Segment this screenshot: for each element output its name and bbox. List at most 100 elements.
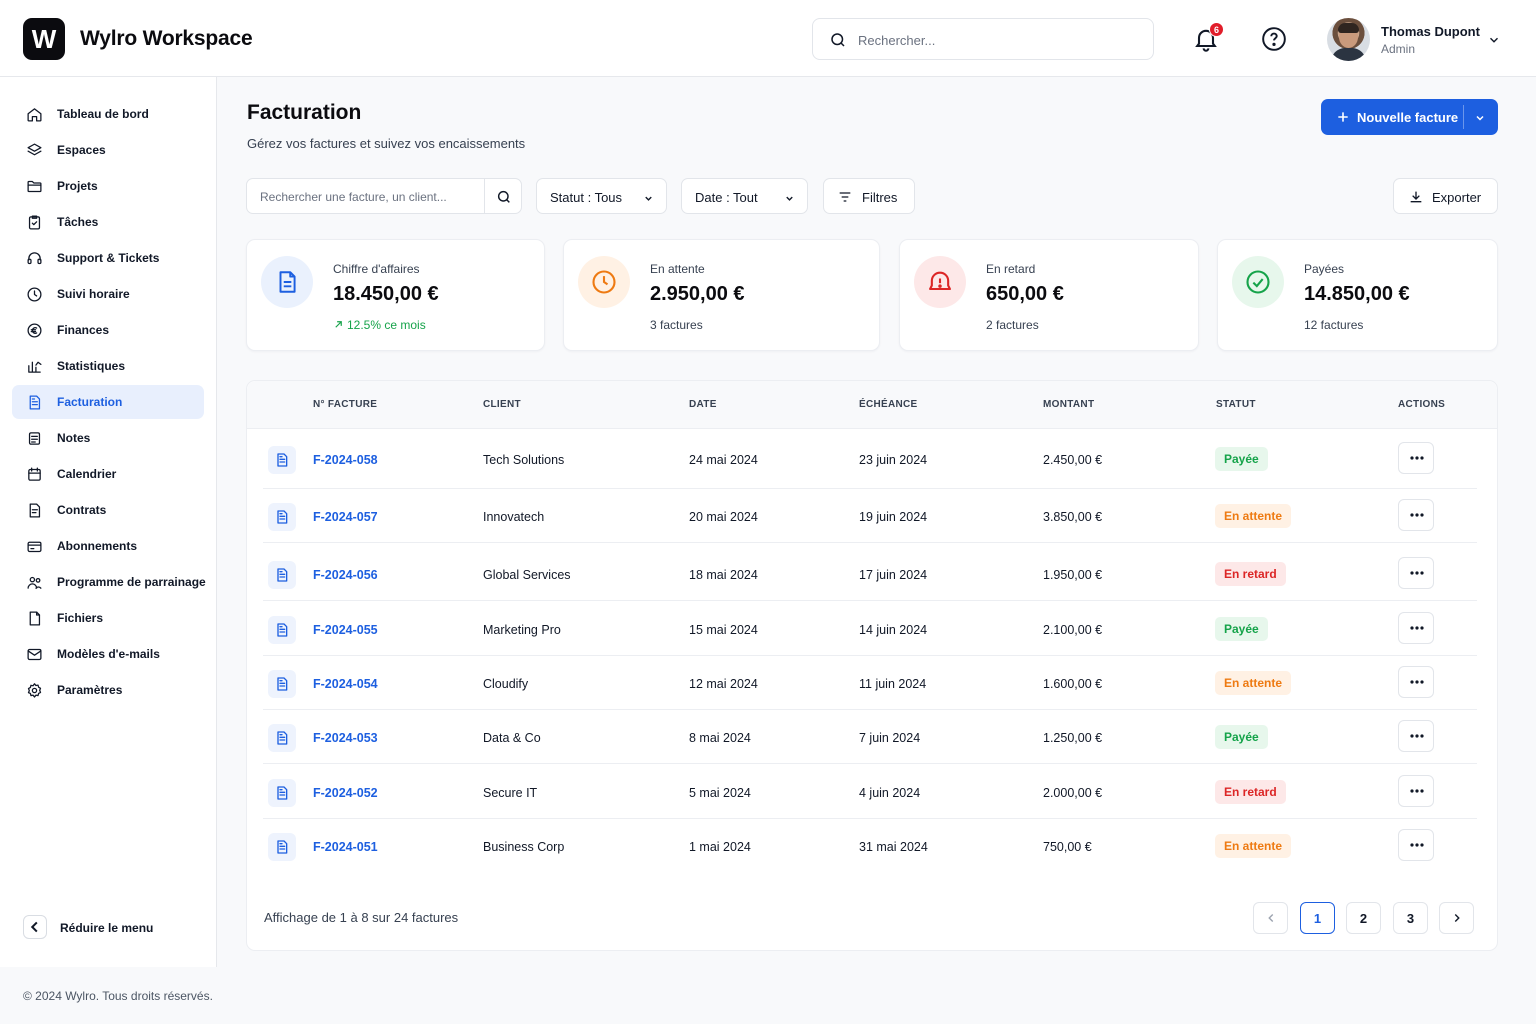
invoice-date: 5 mai 2024: [689, 786, 751, 800]
revenue-card[interactable]: Chiffre d'affaires 18.450,00 € 12.5% ce mo…: [246, 239, 545, 351]
column-header[interactable]: ACTIONS: [1398, 399, 1445, 410]
help-icon[interactable]: [1261, 26, 1287, 52]
paid-card[interactable]: Payées 14.850,00 € 12 factures: [1217, 239, 1498, 351]
pagination-page-button[interactable]: 3: [1393, 902, 1428, 934]
invoice-search-input[interactable]: [260, 188, 480, 206]
table-row[interactable]: F-2024-051 Business Corp 1 mai 2024 31 mai …: [263, 819, 1477, 873]
sidebar-item[interactable]: Tâches: [12, 205, 204, 239]
table-row[interactable]: F-2024-058 Tech Solutions 24 mai 2024 23 ju…: [263, 429, 1477, 489]
sidebar-item[interactable]: Facturation: [12, 385, 204, 419]
pagination-next-button[interactable]: [1439, 902, 1474, 934]
chevron-down-icon[interactable]: [1474, 112, 1486, 124]
home-icon: [26, 106, 43, 123]
status-badge: Payée: [1215, 617, 1268, 641]
sidebar-item-label: Support & Tickets: [57, 251, 160, 265]
invoice-document-icon: [268, 724, 296, 752]
document-icon: [26, 394, 43, 411]
sidebar-item[interactable]: Paramètres: [12, 673, 204, 707]
pending-card[interactable]: En attente 2.950,00 € 3 factures: [563, 239, 880, 351]
collapse-menu-button[interactable]: [23, 915, 47, 939]
status-badge: Payée: [1215, 447, 1268, 471]
sidebar-item[interactable]: Suivi horaire: [12, 277, 204, 311]
column-header[interactable]: STATUT: [1216, 399, 1256, 410]
column-header[interactable]: ÉCHÉANCE: [859, 399, 918, 410]
invoice-number-link[interactable]: F-2024-054: [313, 677, 378, 691]
invoice-number-link[interactable]: F-2024-058: [313, 453, 378, 467]
sidebar-item[interactable]: Modèles d'e-mails: [12, 637, 204, 671]
row-actions-button[interactable]: [1398, 720, 1434, 752]
table-row[interactable]: F-2024-055 Marketing Pro 15 mai 2024 14 jui…: [263, 602, 1477, 656]
sidebar-item-label: Espaces: [57, 143, 106, 157]
sidebar-item[interactable]: Finances: [12, 313, 204, 347]
sidebar-item[interactable]: Tableau de bord: [12, 97, 204, 131]
sidebar-item[interactable]: Support & Tickets: [12, 241, 204, 275]
table-row[interactable]: F-2024-056 Global Services 18 mai 2024 17 j…: [263, 547, 1477, 601]
invoice-number-link[interactable]: F-2024-053: [313, 731, 378, 745]
invoice-number-link[interactable]: F-2024-055: [313, 623, 378, 637]
search-icon[interactable]: [496, 189, 512, 205]
sidebar-item-label: Suivi horaire: [57, 287, 130, 301]
client-name: Data & Co: [483, 731, 541, 745]
date-filter-select[interactable]: Date : Tout: [681, 178, 808, 214]
invoice-amount: 1.250,00 €: [1043, 731, 1103, 745]
table-row[interactable]: F-2024-054 Cloudify 12 mai 2024 11 juin 202…: [263, 656, 1477, 710]
sidebar-item[interactable]: Statistiques: [12, 349, 204, 383]
stat-sub-text: 12.5% ce mois: [347, 318, 426, 332]
invoice-number-link[interactable]: F-2024-051: [313, 840, 378, 854]
row-actions-button[interactable]: [1398, 829, 1434, 861]
column-header[interactable]: CLIENT: [483, 399, 521, 410]
client-name: Marketing Pro: [483, 623, 561, 637]
chart-icon: [26, 358, 43, 375]
client-name: Tech Solutions: [483, 453, 565, 467]
stat-label: En attente: [650, 262, 705, 276]
user-avatar[interactable]: [1327, 18, 1370, 61]
row-actions-button[interactable]: [1398, 442, 1434, 474]
due-date: 11 juin 2024: [859, 677, 927, 691]
column-header[interactable]: MONTANT: [1043, 399, 1094, 410]
sidebar-item[interactable]: Calendrier: [12, 457, 204, 491]
global-search[interactable]: [812, 18, 1154, 60]
table-row[interactable]: F-2024-052 Secure IT 5 mai 2024 4 juin 2024…: [263, 765, 1477, 819]
sidebar-item[interactable]: Espaces: [12, 133, 204, 167]
status-filter-select[interactable]: Statut : Tous: [536, 178, 667, 214]
collapse-menu-label[interactable]: Réduire le menu: [60, 921, 153, 935]
row-actions-button[interactable]: [1398, 775, 1434, 807]
pagination-page-button[interactable]: 2: [1346, 902, 1381, 934]
invoice-document-icon: [268, 616, 296, 644]
sidebar-item[interactable]: Abonnements: [12, 529, 204, 563]
more-horizontal-icon: [1410, 680, 1424, 684]
user-name[interactable]: Thomas Dupont: [1381, 24, 1480, 39]
column-header[interactable]: N° FACTURE: [313, 399, 377, 410]
export-button[interactable]: Exporter: [1393, 178, 1498, 214]
sidebar-item-label: Tableau de bord: [57, 107, 149, 121]
table-row[interactable]: F-2024-053 Data & Co 8 mai 2024 7 juin 2024…: [263, 710, 1477, 764]
sidebar-item[interactable]: Projets: [12, 169, 204, 203]
row-actions-button[interactable]: [1398, 557, 1434, 589]
chevron-down-icon[interactable]: [1487, 33, 1501, 47]
pagination-page-button[interactable]: 1: [1300, 902, 1335, 934]
row-actions-button[interactable]: [1398, 499, 1434, 531]
column-header[interactable]: DATE: [689, 399, 717, 410]
pagination-prev-button[interactable]: [1253, 902, 1288, 934]
due-date: 14 juin 2024: [859, 623, 928, 637]
invoice-search[interactable]: [246, 178, 522, 214]
sidebar-item[interactable]: Programme de parrainage: [12, 565, 206, 599]
sidebar-item[interactable]: Contrats: [12, 493, 204, 527]
sidebar-item[interactable]: Notes: [12, 421, 204, 455]
invoice-number-link[interactable]: F-2024-056: [313, 568, 378, 582]
global-search-input[interactable]: [858, 30, 1138, 50]
stat-value: 18.450,00 €: [333, 283, 439, 305]
app-logo[interactable]: W: [23, 18, 65, 60]
top-header: W Wylro Workspace 6 Thomas Dupont Admin: [0, 0, 1536, 77]
stat-sub: 3 factures: [650, 318, 703, 332]
row-actions-button[interactable]: [1398, 612, 1434, 644]
invoice-number-link[interactable]: F-2024-057: [313, 510, 378, 524]
invoice-number-link[interactable]: F-2024-052: [313, 786, 378, 800]
table-row[interactable]: F-2024-057 Innovatech 20 mai 2024 19 juin 2…: [263, 489, 1477, 543]
overdue-card[interactable]: En retard 650,00 € 2 factures: [899, 239, 1199, 351]
filters-button[interactable]: Filtres: [823, 178, 915, 214]
sidebar-item[interactable]: Fichiers: [12, 601, 204, 635]
row-actions-button[interactable]: [1398, 666, 1434, 698]
chevron-left-icon: [1267, 914, 1273, 922]
new-invoice-button[interactable]: Nouvelle facture: [1321, 99, 1498, 135]
